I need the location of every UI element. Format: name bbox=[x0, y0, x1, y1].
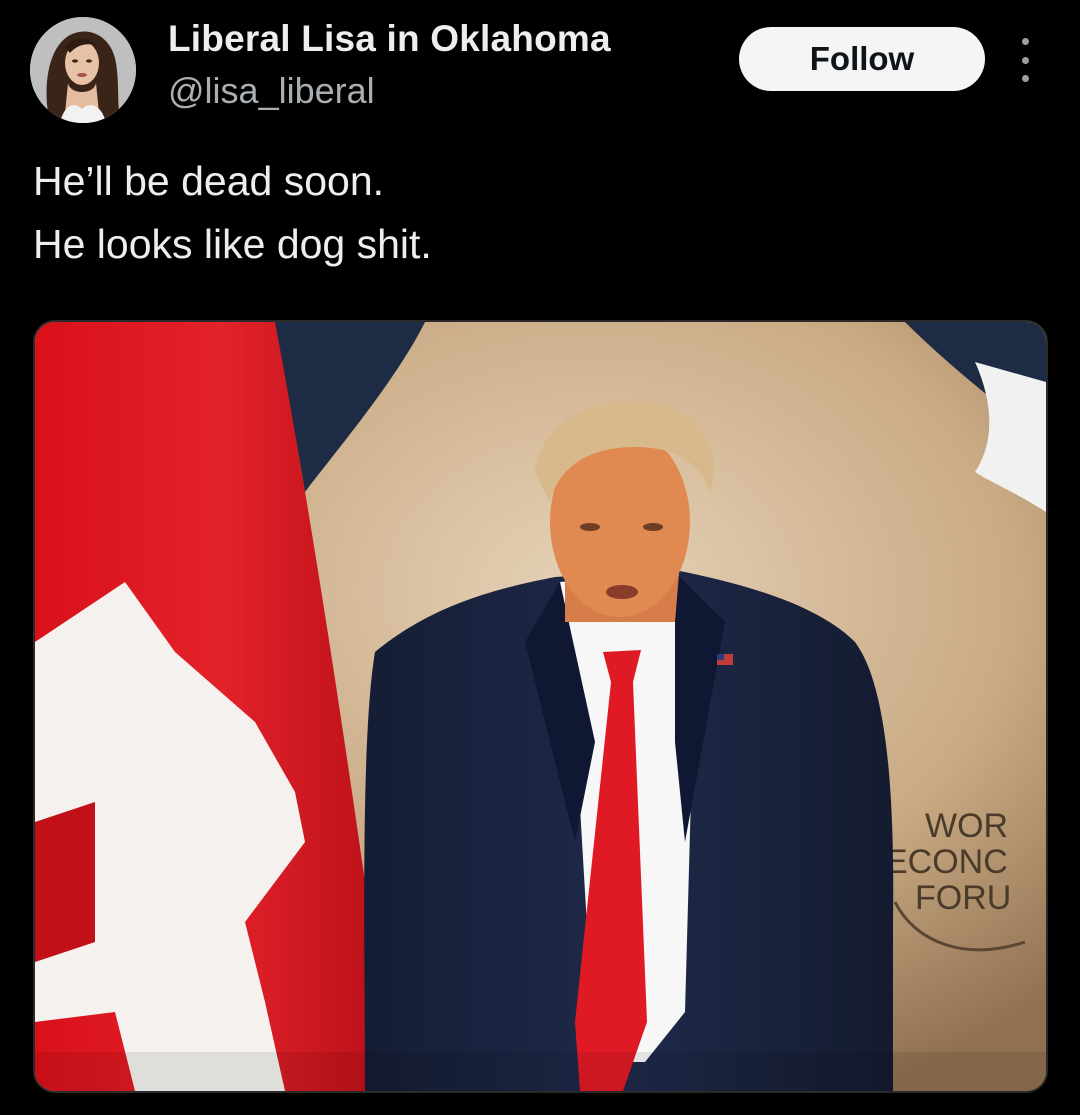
dot bbox=[1021, 38, 1029, 45]
tweet-screen: Liberal Lisa in Oklahoma @lisa_liberal F… bbox=[0, 0, 1080, 1115]
follow-button[interactable]: Follow bbox=[739, 27, 985, 91]
tweet-media-photo[interactable]: WOR ECONC FORU bbox=[33, 320, 1048, 1093]
flag-shadow bbox=[35, 802, 95, 962]
author-handle[interactable]: @lisa_liberal bbox=[168, 70, 375, 112]
dot bbox=[1021, 56, 1029, 64]
dot bbox=[1021, 75, 1029, 82]
sign-line: FORU bbox=[915, 879, 1011, 917]
tweet-text: He’ll be dead soon. He looks like dog sh… bbox=[33, 150, 432, 276]
mouth bbox=[606, 585, 638, 599]
tweet-text-line: He’ll be dead soon. bbox=[33, 158, 385, 204]
sign-line: ECONC bbox=[885, 843, 1008, 881]
avatar[interactable] bbox=[30, 17, 136, 123]
tweet-text-line: He looks like dog shit. bbox=[33, 221, 432, 267]
sign-line: WOR bbox=[925, 807, 1008, 845]
more-vertical-icon[interactable] bbox=[1010, 38, 1040, 82]
avatar-image bbox=[30, 17, 136, 123]
author-display-name[interactable]: Liberal Lisa in Oklahoma bbox=[168, 18, 611, 60]
photo-illustration: WOR ECONC FORU bbox=[35, 322, 1046, 1091]
